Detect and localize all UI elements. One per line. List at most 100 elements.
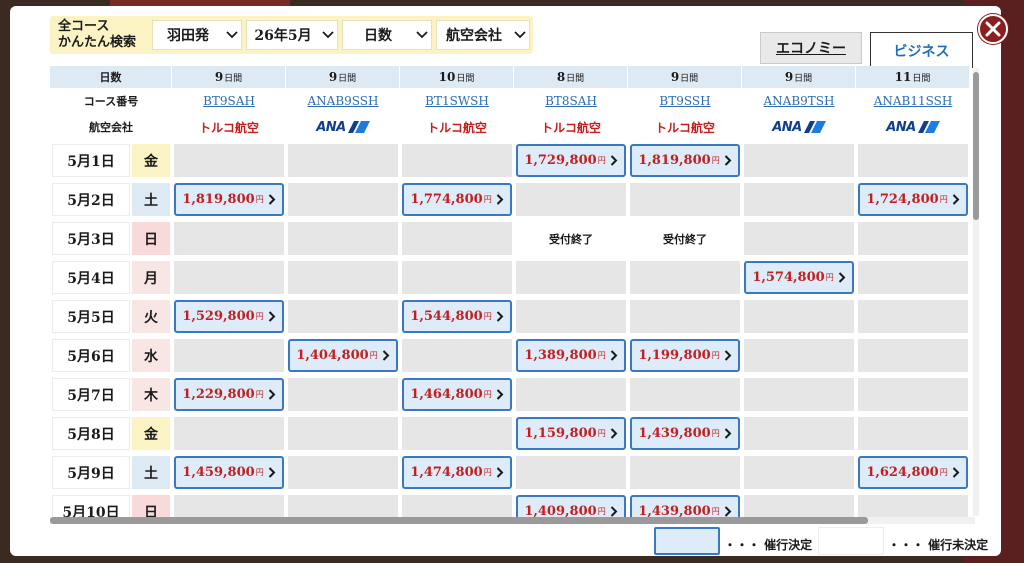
yen-unit: 円 xyxy=(711,507,720,516)
course-header-cell: ANAB9SSH xyxy=(286,90,400,112)
yen-unit: 円 xyxy=(369,351,378,360)
chevron-right-icon xyxy=(268,385,276,404)
ana-logo: ANA xyxy=(772,120,826,135)
chevron-down-icon xyxy=(413,31,431,39)
empty-fare-cell xyxy=(402,339,512,372)
date-cell: 5月1日 xyxy=(52,144,130,177)
close-button[interactable] xyxy=(978,14,1008,44)
empty-fare-cell xyxy=(858,495,968,518)
fare-price-button[interactable]: 1,464,800 円 xyxy=(402,378,512,411)
fare-price-button[interactable]: 1,409,800 円 xyxy=(516,495,626,518)
empty-fare-cell xyxy=(288,300,398,333)
fare-price-button[interactable]: 1,159,800 円 xyxy=(516,417,626,450)
chevron-right-icon xyxy=(268,307,276,326)
horizontal-scroll-thumb[interactable] xyxy=(50,517,868,524)
fare-price-button[interactable]: 1,439,800 円 xyxy=(630,417,740,450)
days-unit: 日間 xyxy=(912,73,931,84)
legend-guaranteed-label: ・・・ 催行決定 xyxy=(724,538,813,552)
weekday-cell: 火 xyxy=(132,300,170,333)
table-row: 5月6日水 1,404,800 円 1,389,800 円 1,199,800 円 xyxy=(50,339,973,374)
empty-fare-cell xyxy=(858,222,968,255)
empty-fare-cell xyxy=(858,417,968,450)
course-header-cell: ANAB9TSH xyxy=(742,90,856,112)
empty-fare-cell xyxy=(288,456,398,489)
vertical-scroll-thumb[interactable] xyxy=(973,72,979,220)
empty-fare-cell xyxy=(288,417,398,450)
ana-logo: ANA xyxy=(316,120,370,135)
fare-price-button[interactable]: 1,729,800 円 xyxy=(516,144,626,177)
tab-economy[interactable]: エコノミー xyxy=(760,32,862,64)
fare-price-button[interactable]: 1,439,800 円 xyxy=(630,495,740,518)
fare-price-button[interactable]: 1,404,800 円 xyxy=(288,339,398,372)
empty-fare-cell xyxy=(288,495,398,518)
days-unit: 日間 xyxy=(566,73,585,84)
empty-fare-cell xyxy=(174,339,284,372)
days-select[interactable]: 日数 xyxy=(342,20,432,50)
days-header-label: 日数 xyxy=(50,66,172,88)
days-header-cell: 9 日間 xyxy=(286,66,400,88)
airline-header-label: 航空会社 xyxy=(89,121,133,134)
horizontal-scrollbar[interactable] xyxy=(50,517,975,524)
table-row: 5月4日月 1,574,800 円 xyxy=(50,261,973,296)
closed-fare-cell: 受付終了 xyxy=(516,222,626,255)
fare-price-button[interactable]: 1,529,800 円 xyxy=(174,300,284,333)
fare-amount: 1,404,800 xyxy=(296,348,369,363)
chevron-right-icon xyxy=(610,346,618,365)
table-row: 5月1日金 1,729,800 円 1,819,800 円 xyxy=(50,144,973,179)
yen-unit: 円 xyxy=(255,195,264,204)
empty-fare-cell xyxy=(630,300,740,333)
airline-select[interactable]: 航空会社 xyxy=(436,20,530,50)
empty-fare-cell xyxy=(288,222,398,255)
fare-price-button[interactable]: 1,229,800 円 xyxy=(174,378,284,411)
course-code-link[interactable]: ANAB11SSH xyxy=(874,94,953,108)
course-code-link[interactable]: BT1SWSH xyxy=(425,94,489,108)
ana-logo-text: ANA xyxy=(772,119,802,135)
course-header-label: コース番号 xyxy=(50,90,172,112)
course-code-link[interactable]: BT8SAH xyxy=(545,94,597,108)
empty-fare-cell xyxy=(174,144,284,177)
chevron-down-icon xyxy=(511,31,529,39)
fare-price-button[interactable]: 1,389,800 円 xyxy=(516,339,626,372)
chevron-right-icon xyxy=(496,190,504,209)
fare-price-button[interactable]: 1,624,800 円 xyxy=(858,456,968,489)
course-code-link[interactable]: BT9SAH xyxy=(203,94,255,108)
ana-logo-text: ANA xyxy=(886,119,916,135)
date-cell: 5月8日 xyxy=(52,417,130,450)
yen-unit: 円 xyxy=(597,351,606,360)
empty-fare-cell xyxy=(402,495,512,518)
fare-price-button[interactable]: 1,774,800 円 xyxy=(402,183,512,216)
empty-fare-cell xyxy=(288,183,398,216)
chevron-right-icon xyxy=(610,151,618,170)
fare-price-button[interactable]: 1,819,800 円 xyxy=(174,183,284,216)
days-unit: 日間 xyxy=(224,73,243,84)
fare-amount: 1,229,800 xyxy=(182,387,255,402)
course-header-cell: ANAB11SSH xyxy=(856,90,970,112)
table-row: 5月10日日 1,409,800 円 1,439,800 円 xyxy=(50,495,973,518)
month-select[interactable]: 26年5月 xyxy=(246,20,338,50)
fare-price-button[interactable]: 1,459,800 円 xyxy=(174,456,284,489)
fare-amount: 1,819,800 xyxy=(182,192,255,207)
date-cell: 5月2日 xyxy=(52,183,130,216)
fare-price-button[interactable]: 1,544,800 円 xyxy=(402,300,512,333)
tab-business[interactable]: ビジネス xyxy=(870,32,973,68)
yen-unit: 円 xyxy=(711,156,720,165)
departure-select[interactable]: 羽田発 xyxy=(152,20,242,50)
chevron-right-icon xyxy=(382,346,390,365)
fare-price-button[interactable]: 1,819,800 円 xyxy=(630,144,740,177)
course-code-link[interactable]: ANAB9SSH xyxy=(308,94,379,108)
empty-fare-cell xyxy=(288,144,398,177)
fare-amount: 1,774,800 xyxy=(410,192,483,207)
fare-price-button[interactable]: 1,574,800 円 xyxy=(744,261,854,294)
course-code-link[interactable]: ANAB9TSH xyxy=(764,94,835,108)
fare-price-button[interactable]: 1,199,800 円 xyxy=(630,339,740,372)
days-number: 9 xyxy=(214,70,224,84)
table-row: 5月5日火 1,529,800 円 1,544,800 円 xyxy=(50,300,973,335)
fare-amount: 1,459,800 xyxy=(182,465,255,480)
empty-fare-cell xyxy=(744,144,854,177)
departure-select-label: 羽田発 xyxy=(167,28,209,44)
fare-price-button[interactable]: 1,474,800 円 xyxy=(402,456,512,489)
course-code-link[interactable]: BT9SSH xyxy=(659,94,710,108)
vertical-scrollbar[interactable] xyxy=(973,68,979,516)
fare-price-button[interactable]: 1,724,800 円 xyxy=(858,183,968,216)
date-cell: 5月4日 xyxy=(52,261,130,294)
